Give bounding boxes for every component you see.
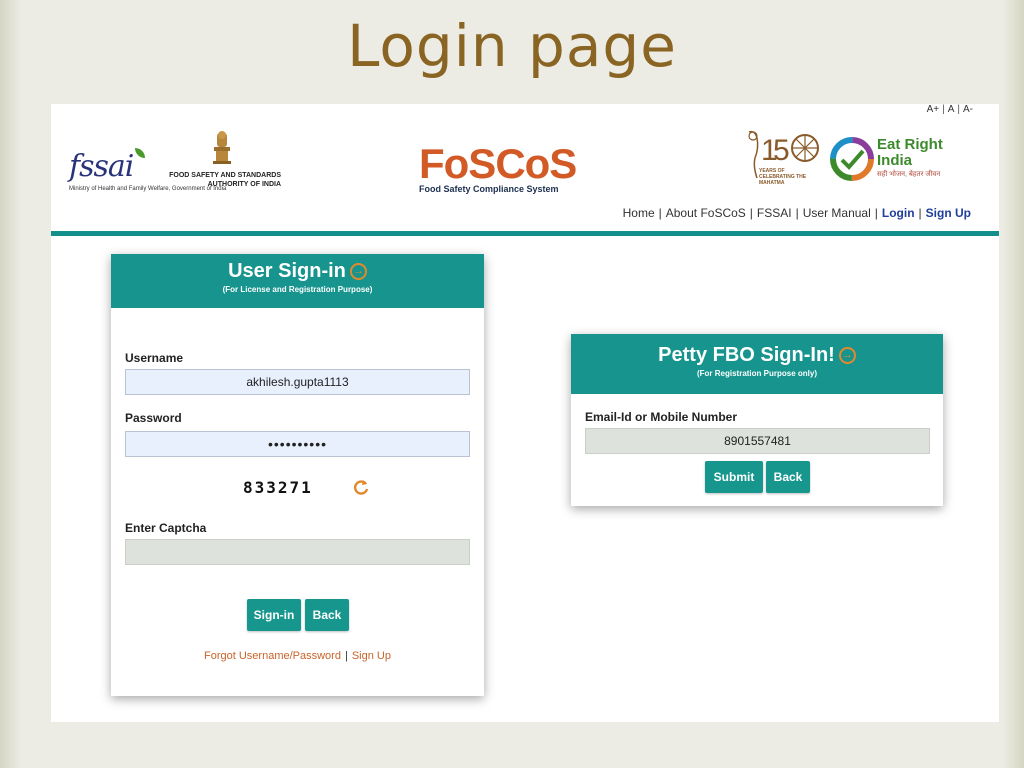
fssai-authority-text: FOOD SAFETY AND STANDARDS AUTHORITY OF I… [169, 172, 281, 188]
refresh-icon[interactable] [352, 478, 370, 496]
petty-fbo-subtitle: (For Registration Purpose only) [696, 369, 817, 378]
gandhi-150-text: YEARS OF CELEBRATING THE MAHATMA [759, 168, 807, 186]
petty-fbo-header: Petty FBO Sign-In! → (For Registration Pu… [571, 334, 943, 394]
font-decrease-button[interactable]: A- [961, 104, 975, 115]
nav-fssai[interactable]: FSSAI [757, 206, 792, 220]
submit-button[interactable]: Submit [705, 461, 763, 493]
font-normal-button[interactable]: A [946, 104, 957, 115]
foscos-logo: FoSCoS Food Safety Compliance System [419, 140, 579, 195]
signin-links: Forgot Username/Password | Sign Up [204, 650, 391, 662]
user-signin-card: User Sign-in → (For License and Registrat… [111, 254, 484, 696]
foscos-wordmark: FoSCoS [419, 140, 577, 187]
header-divider [51, 231, 999, 236]
petty-fbo-title: Petty FBO Sign-In! [658, 344, 835, 366]
user-back-button[interactable]: Back [305, 599, 349, 631]
nav-login[interactable]: Login [882, 206, 915, 220]
username-input[interactable] [125, 369, 470, 395]
petty-back-button[interactable]: Back [766, 461, 810, 493]
contact-label: Email-Id or Mobile Number [585, 410, 738, 424]
forgot-username-password-link[interactable]: Forgot Username/Password [204, 650, 341, 662]
eat-right-line2: India [877, 152, 913, 169]
password-label: Password [125, 411, 182, 425]
email-mobile-input[interactable] [585, 428, 930, 454]
eat-right-logo-text: Eat Right India [877, 137, 943, 169]
login-screenshot: A+ | A | A- fssai Ministry of Health and Fam… [51, 104, 999, 722]
arrow-circle-right-icon: → [838, 347, 856, 365]
font-increase-button[interactable]: A+ [925, 104, 942, 115]
arrow-circle-right-icon: → [349, 263, 367, 281]
slide-title: Login page [347, 12, 677, 80]
petty-fbo-signin-card: Petty FBO Sign-In! → (For Registration Pu… [571, 334, 943, 506]
font-size-controls: A+ | A | A- [925, 104, 975, 115]
slide-border-left [0, 0, 22, 768]
nav-home[interactable]: Home [623, 206, 655, 220]
user-signin-header: User Sign-in → (For License and Registrat… [111, 254, 484, 308]
captcha-input[interactable] [125, 539, 470, 565]
eat-right-check-icon [830, 137, 874, 181]
password-input[interactable] [125, 431, 470, 457]
sign-up-link[interactable]: Sign Up [352, 650, 391, 662]
user-signin-subtitle: (For License and Registration Purpose) [222, 285, 373, 294]
svg-text:5: 5 [773, 134, 790, 167]
eat-right-line1: Eat Right [877, 136, 943, 153]
captcha-code: 833271 [243, 478, 313, 497]
foscos-tagline: Food Safety Compliance System [419, 184, 559, 194]
slide-border-right [1002, 0, 1024, 768]
nav-about-foscos[interactable]: About FoSCoS [666, 206, 746, 220]
captcha-label: Enter Captcha [125, 521, 207, 535]
national-emblem-icon [213, 131, 231, 164]
nav-sign-up[interactable]: Sign Up [926, 206, 971, 220]
user-signin-title: User Sign-in [228, 260, 346, 282]
signin-button[interactable]: Sign-in [247, 599, 301, 631]
top-nav: Home | About FoSCoS | FSSAI | User Manual | Logi… [622, 206, 971, 220]
nav-user-manual[interactable]: User Manual [803, 206, 871, 220]
username-label: Username [125, 351, 184, 365]
eat-right-hindi-tagline: सही भोजन, बेहतर जीवन [877, 171, 941, 178]
